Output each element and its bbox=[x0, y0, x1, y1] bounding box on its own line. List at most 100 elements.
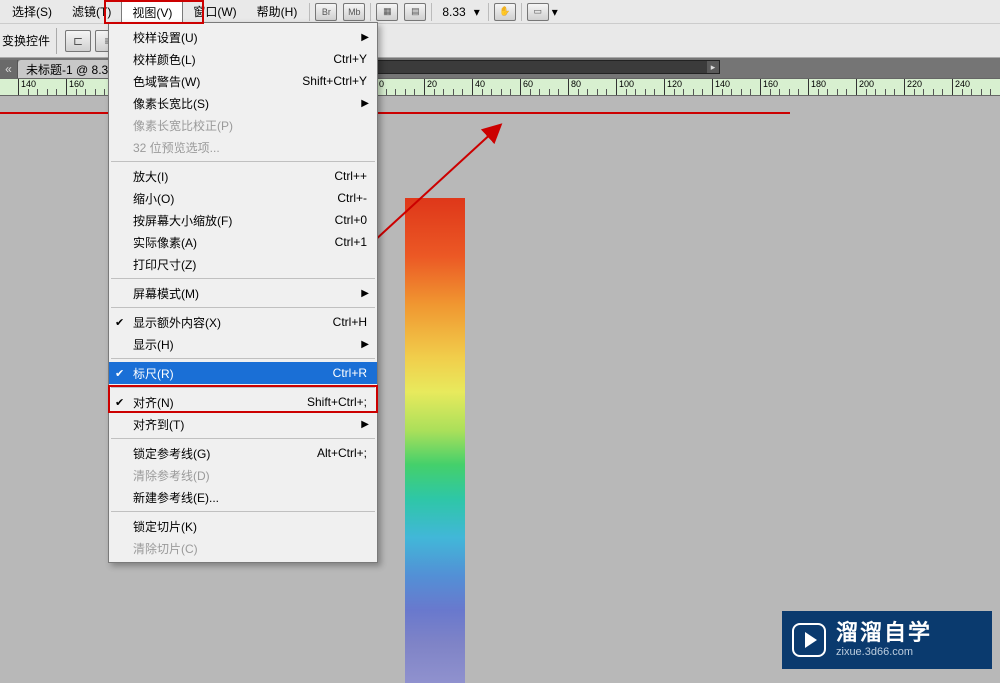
timeline-right-icon[interactable]: ▸ bbox=[707, 61, 719, 73]
ruler-tick-label: 220 bbox=[907, 79, 922, 89]
menu-item-label: 标尺(R) bbox=[133, 365, 174, 382]
submenu-arrow-icon: ▶ bbox=[361, 98, 369, 109]
menu-item[interactable]: 打印尺寸(Z) bbox=[109, 253, 377, 275]
menu-item-label: 放大(I) bbox=[133, 168, 168, 185]
menu-item-shortcut: Ctrl+0 bbox=[335, 213, 367, 227]
menu-item[interactable]: 锁定参考线(G) Alt+Ctrl+; bbox=[109, 442, 377, 464]
menu-view[interactable]: 视图(V) bbox=[121, 0, 183, 24]
menu-item[interactable]: 按屏幕大小缩放(F)Ctrl+0 bbox=[109, 209, 377, 231]
menu-item-shortcut: Shift+Ctrl+Y bbox=[302, 74, 367, 88]
menu-item-shortcut: Ctrl+- bbox=[337, 191, 367, 205]
zoom-arrow-icon[interactable]: ▾ bbox=[474, 5, 480, 19]
hand-icon[interactable]: ✋ bbox=[494, 3, 516, 21]
menu-item[interactable]: 校样颜色(L) Ctrl+Y bbox=[109, 48, 377, 70]
menu-item-shortcut: Ctrl++ bbox=[334, 169, 367, 183]
screen-mode-arrow-icon[interactable]: ▾ bbox=[552, 5, 558, 19]
ruler-tick-label: 20 bbox=[427, 79, 437, 89]
ruler-tick-label: 120 bbox=[667, 79, 682, 89]
ruler-tick-label: 160 bbox=[763, 79, 778, 89]
watermark-title: 溜溜自学 bbox=[836, 622, 932, 644]
menu-item-shortcut: Alt+Ctrl+; bbox=[317, 446, 367, 460]
watermark-url: zixue.3d66.com bbox=[836, 646, 932, 658]
menu-item-label: 缩小(O) bbox=[133, 190, 174, 207]
menu-item-shortcut: Shift+Ctrl+; bbox=[307, 395, 367, 409]
menu-item-label: 显示(H) bbox=[133, 336, 174, 353]
menu-item: 32 位预览选项... bbox=[109, 136, 377, 158]
ruler-tick-label: 140 bbox=[715, 79, 730, 89]
ruler-tick-label: 0 bbox=[379, 79, 384, 89]
menu-item-label: 校样设置(U) bbox=[133, 29, 198, 46]
canvas-gradient-artwork bbox=[405, 198, 465, 683]
menu-item-label: 新建参考线(E)... bbox=[133, 489, 219, 506]
layout-icon-2[interactable]: ▤ bbox=[404, 3, 426, 21]
menu-item-label: 像素长宽比(S) bbox=[133, 95, 209, 112]
menu-item[interactable]: 缩小(O) Ctrl+- bbox=[109, 187, 377, 209]
menu-item-label: 32 位预览选项... bbox=[133, 139, 220, 156]
menubar: 选择(S) 滤镜(T) 视图(V) 窗口(W) 帮助(H) Br Mb ▦ ▤ … bbox=[0, 0, 1000, 24]
menu-help[interactable]: 帮助(H) bbox=[247, 0, 308, 23]
ruler-tick-label: 240 bbox=[955, 79, 970, 89]
menu-item: 像素长宽比校正(P) bbox=[109, 114, 377, 136]
menu-item-label: 对齐(N) bbox=[133, 394, 174, 411]
menu-item[interactable]: 新建参考线(E)... bbox=[109, 486, 377, 508]
menu-item-label: 打印尺寸(Z) bbox=[133, 256, 196, 273]
check-icon: ✔ bbox=[115, 316, 124, 329]
layout-icon-1[interactable]: ▦ bbox=[376, 3, 398, 21]
menu-item[interactable]: 屏幕模式(M) ▶ bbox=[109, 282, 377, 304]
menu-item[interactable]: 放大(I) Ctrl++ bbox=[109, 165, 377, 187]
menu-item-label: 显示额外内容(X) bbox=[133, 314, 221, 331]
check-icon: ✔ bbox=[115, 396, 124, 409]
menu-item-label: 屏幕模式(M) bbox=[133, 285, 199, 302]
ruler-tick-label: 160 bbox=[69, 79, 84, 89]
menu-item: 清除参考线(D) bbox=[109, 464, 377, 486]
submenu-arrow-icon: ▶ bbox=[361, 288, 369, 299]
menu-item[interactable]: ✔ 对齐(N) Shift+Ctrl+; bbox=[109, 391, 377, 413]
menu-item: 清除切片(C) bbox=[109, 537, 377, 559]
menu-item-shortcut: Ctrl+Y bbox=[333, 52, 367, 66]
mb-icon[interactable]: Mb bbox=[343, 3, 365, 21]
transform-controls-label: 变换控件 bbox=[2, 32, 50, 49]
menu-item[interactable]: 显示(H) ▶ bbox=[109, 333, 377, 355]
ruler-tick-label: 100 bbox=[619, 79, 634, 89]
document-tab[interactable]: 未标题-1 @ 8.3 bbox=[18, 60, 116, 78]
check-icon: ✔ bbox=[115, 367, 124, 380]
menu-select[interactable]: 选择(S) bbox=[2, 0, 62, 23]
menu-item-label: 锁定参考线(G) bbox=[133, 445, 210, 462]
menu-item-shortcut: Ctrl+H bbox=[333, 315, 367, 329]
ruler-tick-label: 40 bbox=[475, 79, 485, 89]
timeline-bar: ◂ ▸ bbox=[355, 60, 720, 74]
menu-item[interactable]: ✔标尺(R)Ctrl+R bbox=[109, 362, 377, 384]
align-icon-1[interactable]: ⊏ bbox=[65, 30, 91, 52]
menu-item-label: 对齐到(T) bbox=[133, 416, 184, 433]
tab-nav-icon[interactable]: « bbox=[0, 60, 18, 78]
menu-item[interactable]: 像素长宽比(S) ▶ bbox=[109, 92, 377, 114]
menu-item[interactable]: ✔ 显示额外内容(X) Ctrl+H bbox=[109, 311, 377, 333]
submenu-arrow-icon: ▶ bbox=[361, 419, 369, 430]
submenu-arrow-icon: ▶ bbox=[361, 339, 369, 350]
submenu-arrow-icon: ▶ bbox=[361, 32, 369, 43]
watermark: 溜溜自学 zixue.3d66.com bbox=[782, 611, 992, 669]
screen-mode-icon[interactable]: ▭ bbox=[527, 3, 549, 21]
ruler-tick-label: 80 bbox=[571, 79, 581, 89]
menu-window[interactable]: 窗口(W) bbox=[183, 0, 246, 23]
menu-item-label: 校样颜色(L) bbox=[133, 51, 196, 68]
ruler-tick-label: 180 bbox=[811, 79, 826, 89]
menu-item[interactable]: 色域警告(W) Shift+Ctrl+Y bbox=[109, 70, 377, 92]
menu-item-label: 清除参考线(D) bbox=[133, 467, 210, 484]
menu-item-label: 锁定切片(K) bbox=[133, 518, 197, 535]
view-dropdown-menu: 校样设置(U) ▶ 校样颜色(L) Ctrl+Y 色域警告(W) Shift+Ctrl+Y… bbox=[108, 22, 378, 563]
menu-filter[interactable]: 滤镜(T) bbox=[62, 0, 121, 23]
menu-item-label: 色域警告(W) bbox=[133, 73, 200, 90]
ruler-tick-label: 140 bbox=[21, 79, 36, 89]
menu-item-label: 像素长宽比校正(P) bbox=[133, 117, 233, 134]
menu-item[interactable]: 锁定切片(K) bbox=[109, 515, 377, 537]
ruler-tick-label: 60 bbox=[523, 79, 533, 89]
menu-item[interactable]: 校样设置(U) ▶ bbox=[109, 26, 377, 48]
menu-item[interactable]: 对齐到(T) ▶ bbox=[109, 413, 377, 435]
menu-item[interactable]: 实际像素(A) Ctrl+1 bbox=[109, 231, 377, 253]
menu-item-shortcut: Ctrl+1 bbox=[335, 235, 367, 249]
bridge-icon[interactable]: Br bbox=[315, 3, 337, 21]
menu-item-label: 实际像素(A) bbox=[133, 234, 197, 251]
zoom-level[interactable]: 8.33 bbox=[442, 5, 465, 19]
play-icon bbox=[792, 623, 826, 657]
